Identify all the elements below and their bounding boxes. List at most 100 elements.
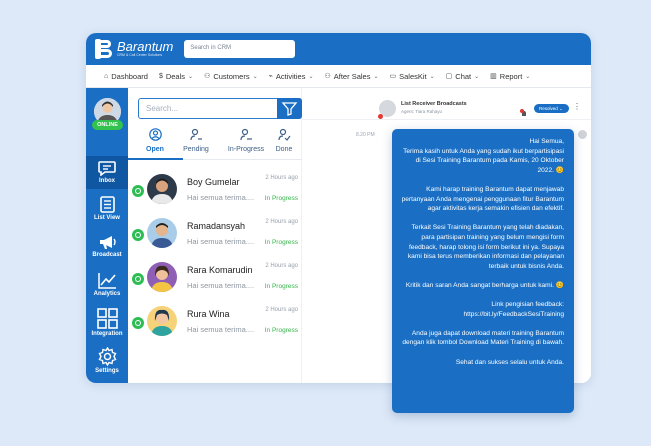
status-dropdown[interactable]: Resolved ⌄ (534, 104, 569, 113)
status-label: In Progress (264, 195, 298, 202)
user-clock-icon (189, 128, 202, 141)
main-menu: ⌂ Dashboard $ Deals ⌄ ⚇ Customers ⌄ ⌁ Activiti… (86, 65, 591, 88)
conversation-item[interactable]: Boy Gumelar Hai semua terima.... 2 Hours… (128, 166, 302, 211)
tab-label: In-Progress (227, 146, 265, 153)
sidebar-item-list-view[interactable]: List View (86, 196, 128, 221)
message-preview: Hai semua terima.... (187, 193, 255, 202)
chevron-down-icon: ⌄ (559, 106, 563, 111)
menu-deals[interactable]: $ Deals ⌄ (159, 72, 193, 81)
conversation-item[interactable]: Rura Wina Hai semua terima.... 2 Hours a… (128, 298, 302, 343)
active-tab-indicator (128, 158, 183, 160)
message-preview: Hai semua terima.... (187, 281, 255, 290)
menu-after-sales[interactable]: ⚇ After Sales ⌄ (324, 72, 378, 81)
list-icon (99, 196, 115, 213)
contact-name: Boy Gumelar (187, 177, 240, 187)
tab-label: Done (275, 146, 293, 153)
sidebar-item-integration[interactable]: Integration (86, 308, 128, 337)
sidebar-item-inbox[interactable]: Inbox (86, 156, 128, 189)
avatar (147, 262, 177, 292)
filter-button[interactable] (277, 98, 302, 119)
chevron-down-icon: ⌄ (308, 73, 314, 80)
menu-label: Customers (213, 71, 250, 81)
status-badge: Resolved (539, 106, 558, 111)
search-placeholder: Search... (146, 104, 179, 113)
sidebar-label: Settings (95, 368, 119, 374)
brand-name: Barantum (117, 39, 174, 55)
sidebar-label: Inbox (99, 178, 115, 184)
bell-icon[interactable] (520, 105, 528, 116)
contact-name: Rura Wina (187, 309, 230, 319)
filter-icon (281, 102, 298, 116)
status-label: In Progress (264, 283, 298, 290)
top-bar: Barantum CRM & Call Center Solutions Sea… (86, 33, 591, 65)
chevron-down-icon: ⌄ (525, 73, 531, 80)
status-label: In Progress (264, 239, 298, 246)
message-paragraph: Sehat dan sukses selalu untuk Anda. (455, 358, 564, 366)
more-options-icon[interactable]: ⋮ (573, 103, 581, 111)
menu-dashboard[interactable]: ⌂ Dashboard (104, 72, 148, 81)
tab-pending[interactable]: Pending (176, 128, 216, 153)
timestamp: 2 Hours ago (265, 307, 298, 313)
conversation-item[interactable]: Ramadansyah Hai semua terima.... 2 Hours… (128, 210, 302, 255)
message-paragraph: Kritik dan saran Anda sangat berharga un… (405, 281, 564, 289)
report-icon: ▥ (490, 73, 497, 80)
conversation-search-input[interactable]: Search... (138, 98, 302, 119)
tab-open[interactable]: Open (135, 128, 175, 153)
conversation-item[interactable]: Rara Komarudin Hai semua terima.... 2 Ho… (128, 254, 302, 299)
tab-label: Open (146, 146, 164, 153)
message-paragraph: Terkait Sesi Training Barantum yang tela… (407, 224, 564, 270)
chart-icon (97, 273, 116, 289)
chevron-down-icon: ⌄ (188, 73, 194, 80)
message-time: 8.20 PM (356, 132, 375, 138)
status-label: In Progress (264, 327, 298, 334)
menu-saleskit[interactable]: ▭ SalesKit ⌄ (389, 72, 434, 81)
barantum-logo-icon (95, 39, 112, 59)
sidebar-label: Analytics (93, 291, 121, 297)
whatsapp-icon (132, 273, 144, 285)
sidebar-item-settings[interactable]: Settings (86, 347, 128, 374)
menu-label: Deals (165, 71, 186, 81)
menu-customers[interactable]: ⚇ Customers ⌄ (204, 72, 258, 81)
brand: Barantum CRM & Call Center Solutions (117, 40, 173, 58)
scroll-indicator[interactable] (578, 130, 587, 139)
status-dot (378, 114, 383, 119)
crm-search-input[interactable]: Search in CRM (184, 40, 296, 58)
chevron-down-icon: ⌄ (252, 73, 258, 80)
chevron-down-icon: ⌄ (474, 73, 480, 80)
tab-done[interactable]: Done (264, 128, 304, 153)
avatar (147, 174, 177, 204)
avatar (147, 306, 177, 336)
dollar-icon: $ (158, 72, 163, 80)
menu-activities[interactable]: ⌁ Activities ⌄ (269, 72, 314, 81)
menu-label: SalesKit (399, 71, 427, 81)
home-icon: ⌂ (104, 72, 109, 80)
gear-icon (98, 347, 116, 366)
user-progress-icon (239, 128, 252, 141)
megaphone-icon (99, 236, 116, 249)
menu-report[interactable]: ▥ Report ⌄ (490, 72, 530, 81)
tab-in-progress[interactable]: In-Progress (223, 128, 269, 153)
activity-icon: ⌁ (268, 73, 273, 80)
sidebar-item-analytics[interactable]: Analytics (86, 272, 128, 297)
menu-chat[interactable]: ▢ Chat ⌄ (446, 72, 480, 81)
sidebar-item-broadcast[interactable]: Broadcast (86, 235, 128, 258)
menu-label: After Sales (333, 71, 371, 81)
tab-label: Pending (183, 146, 209, 153)
chevron-down-icon: ⌄ (429, 73, 435, 80)
notification-dot (520, 109, 524, 113)
avatar (147, 218, 177, 248)
contact-name: Rara Komarudin (187, 265, 253, 275)
grid-icon (96, 308, 118, 329)
menu-label: Chat (455, 71, 472, 81)
chat-icon (98, 161, 116, 176)
users-icon: ⚇ (324, 73, 331, 80)
brand-tagline: CRM & Call Center Solutions (117, 53, 163, 58)
timestamp: 2 Hours ago (265, 219, 298, 225)
folder-icon: ▭ (389, 73, 397, 80)
message-paragraph: Hai Semua, Terima kasih untuk Anda yang … (403, 138, 564, 174)
menu-label: Activities (275, 71, 306, 81)
whatsapp-icon (132, 229, 144, 241)
chevron-down-icon: ⌄ (373, 73, 379, 80)
sidebar-label: Broadcast (92, 252, 122, 258)
whatsapp-icon (132, 185, 144, 197)
